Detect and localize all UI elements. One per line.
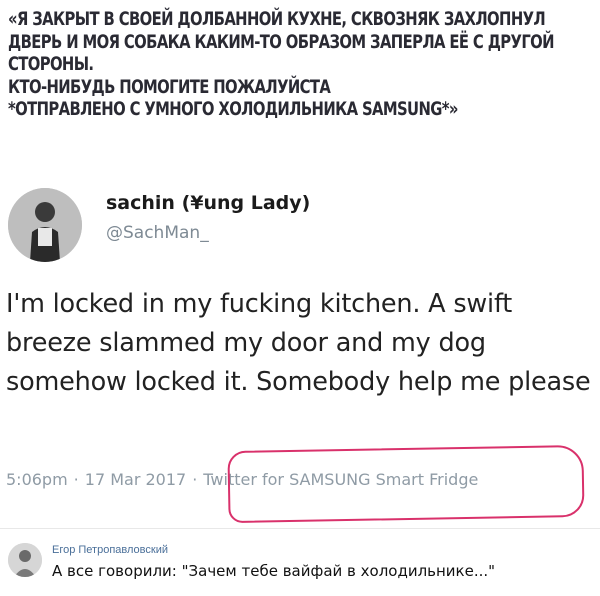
tweet-card: sachin (¥ung Lady) @SachMan_ I'm locked …: [0, 0, 600, 596]
person-icon: [8, 188, 82, 262]
tweet-date[interactable]: 17 Mar 2017: [85, 470, 186, 489]
meta-separator: ·: [73, 470, 79, 489]
divider: [0, 528, 600, 529]
highlight-circle: [227, 444, 585, 524]
comment-author[interactable]: Егор Петропавловский: [52, 544, 168, 556]
comment-text: А все говорили: "Зачем тебе вайфай в хол…: [52, 562, 496, 580]
tweet-text: I'm locked in my fucking kitchen. A swif…: [6, 289, 591, 397]
person-icon: [8, 543, 42, 577]
tweet-time[interactable]: 5:06pm: [6, 470, 68, 489]
user-handle[interactable]: @SachMan_: [106, 223, 209, 243]
display-name[interactable]: sachin (¥ung Lady): [106, 192, 310, 214]
commenter-avatar[interactable]: [8, 543, 42, 577]
meta-separator: ·: [192, 470, 198, 489]
user-avatar[interactable]: [8, 188, 82, 262]
